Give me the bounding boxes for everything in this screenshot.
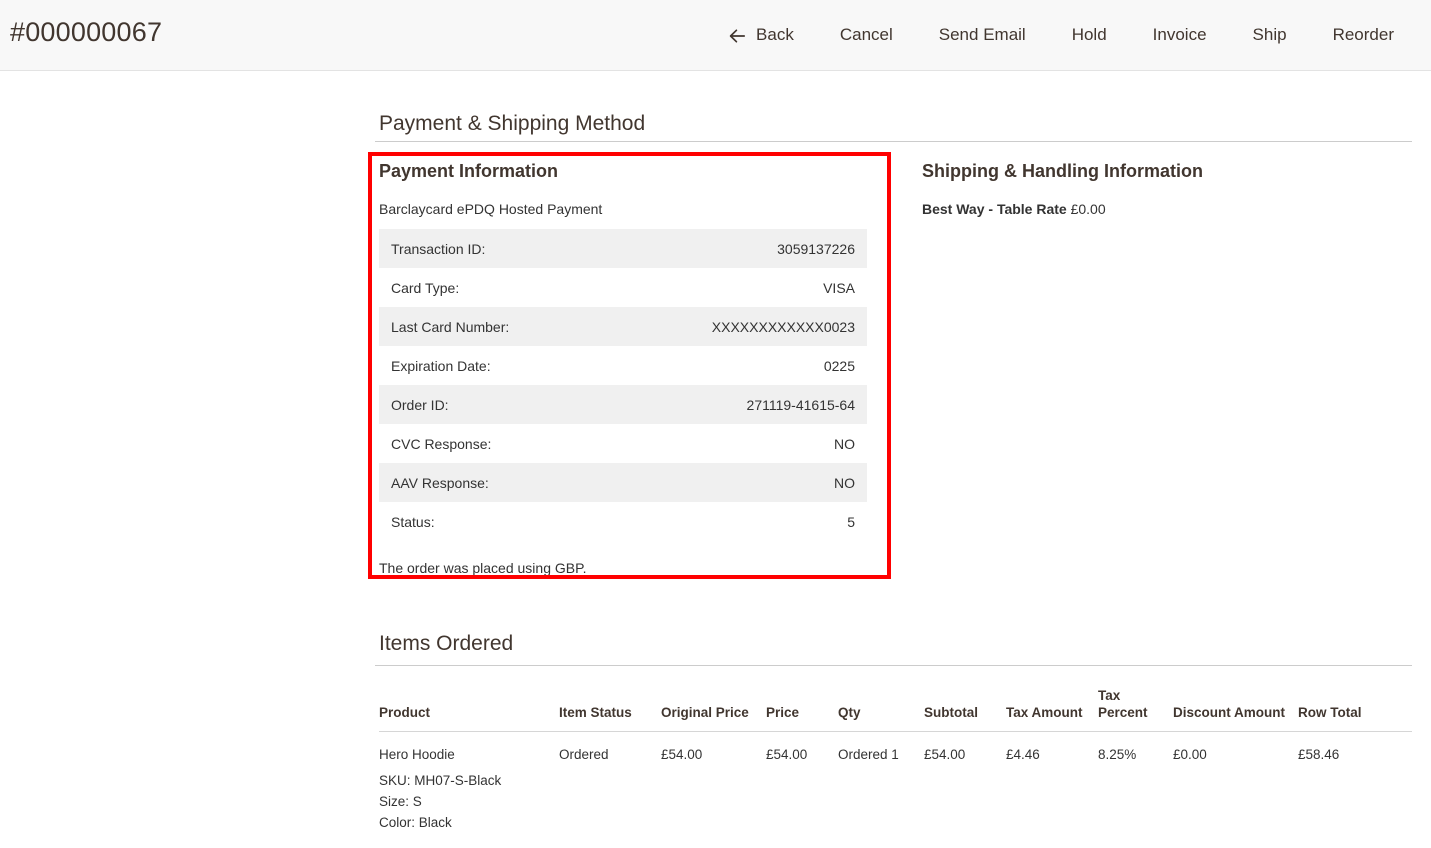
payment-row-value: 5 bbox=[847, 513, 855, 530]
cell-item-status: Ordered bbox=[559, 746, 609, 762]
items-ordered-table: Product Item Status Original Price Price… bbox=[379, 676, 1412, 841]
hold-button[interactable]: Hold bbox=[1049, 0, 1130, 70]
items-ordered-section-title: Items Ordered bbox=[379, 632, 514, 655]
shipping-handling-heading: Shipping & Handling Information bbox=[922, 161, 1203, 181]
table-row: Expiration Date: 0225 bbox=[379, 346, 867, 385]
payment-row-value: 271119-41615-64 bbox=[746, 396, 855, 413]
arrow-left-icon bbox=[727, 26, 747, 46]
product-option-color: Color: Black bbox=[379, 814, 452, 830]
shipping-method-line: Best Way - Table Rate £0.00 bbox=[922, 200, 1402, 218]
payment-row-label: Card Type: bbox=[391, 279, 460, 296]
payment-row-value: NO bbox=[834, 474, 855, 491]
product-sku: SKU: MH07-S-Black bbox=[379, 772, 502, 788]
table-row: Card Type: VISA bbox=[379, 268, 867, 307]
cell-tax-percent: 8.25% bbox=[1098, 746, 1137, 762]
ship-button[interactable]: Ship bbox=[1230, 0, 1310, 70]
table-row: Order ID: 271119-41615-64 bbox=[379, 385, 867, 424]
send-email-button[interactable]: Send Email bbox=[916, 0, 1049, 70]
payment-row-value: 3059137226 bbox=[777, 240, 855, 257]
cell-product: Hero Hoodie SKU: MH07-S-Black Size: S Co… bbox=[379, 731, 559, 841]
column-header-qty[interactable]: Qty bbox=[838, 676, 924, 732]
items-ordered-divider bbox=[375, 665, 1412, 666]
page-header: #000000067 Back Cancel Send Email Hold I… bbox=[0, 0, 1431, 71]
payment-row-value: XXXXXXXXXXXX0023 bbox=[711, 318, 855, 335]
cell-discount-amount: £0.00 bbox=[1173, 746, 1207, 762]
column-header-original-price[interactable]: Original Price bbox=[661, 676, 766, 732]
table-row: Status: 5 bbox=[379, 502, 867, 541]
cell-row-total: £58.46 bbox=[1298, 746, 1340, 762]
reorder-button[interactable]: Reorder bbox=[1310, 0, 1417, 70]
payment-row-label: Expiration Date: bbox=[391, 357, 491, 374]
invoice-button[interactable]: Invoice bbox=[1130, 0, 1230, 70]
column-header-product[interactable]: Product bbox=[379, 676, 559, 732]
payment-row-value: 0225 bbox=[823, 357, 855, 374]
page-title: #000000067 bbox=[10, 17, 163, 47]
payment-row-value: VISA bbox=[823, 279, 855, 296]
column-header-row-total[interactable]: Row Total bbox=[1298, 676, 1412, 732]
payment-method-label: Barclaycard ePDQ Hosted Payment bbox=[379, 201, 603, 217]
table-row: Hero Hoodie SKU: MH07-S-Black Size: S Co… bbox=[379, 731, 1412, 841]
payment-information-heading: Payment Information bbox=[379, 161, 559, 181]
cell-original-price: £54.00 bbox=[661, 746, 703, 762]
shipping-price: £0.00 bbox=[1070, 201, 1106, 217]
column-header-tax-amount[interactable]: Tax Amount bbox=[1006, 676, 1098, 732]
items-table-header-row: Product Item Status Original Price Price… bbox=[379, 676, 1412, 732]
items-ordered-table-wrapper: Product Item Status Original Price Price… bbox=[379, 676, 1412, 841]
column-header-subtotal[interactable]: Subtotal bbox=[924, 676, 1006, 732]
table-row: AAV Response: NO bbox=[379, 463, 867, 502]
column-header-tax-percent[interactable]: Tax Percent bbox=[1098, 676, 1173, 732]
order-currency-note: The order was placed using GBP. bbox=[379, 560, 587, 576]
column-header-discount-amount[interactable]: Discount Amount bbox=[1173, 676, 1298, 732]
product-name: Hero Hoodie bbox=[379, 746, 455, 762]
payment-row-label: Transaction ID: bbox=[391, 240, 486, 257]
cell-tax-amount: £4.46 bbox=[1006, 746, 1040, 762]
payment-information-block: Payment Information Barclaycard ePDQ Hos… bbox=[379, 160, 867, 577]
back-button[interactable]: Back bbox=[704, 0, 817, 70]
shipping-handling-block: Shipping & Handling Information Best Way… bbox=[922, 160, 1402, 218]
column-header-item-status[interactable]: Item Status bbox=[559, 676, 661, 732]
back-button-label: Back bbox=[756, 25, 794, 44]
cancel-button[interactable]: Cancel bbox=[817, 0, 916, 70]
column-header-price[interactable]: Price bbox=[766, 676, 838, 732]
payment-shipping-divider bbox=[375, 141, 1412, 142]
payment-row-value: NO bbox=[834, 435, 855, 452]
table-row: CVC Response: NO bbox=[379, 424, 867, 463]
header-action-bar: Back Cancel Send Email Hold Invoice Ship… bbox=[704, 0, 1417, 70]
payment-row-label: AAV Response: bbox=[391, 474, 489, 491]
cell-qty: Ordered 1 bbox=[838, 746, 899, 762]
cell-subtotal: £54.00 bbox=[924, 746, 966, 762]
payment-shipping-section-title: Payment & Shipping Method bbox=[379, 112, 646, 135]
product-option-size: Size: S bbox=[379, 793, 422, 809]
payment-row-label: Status: bbox=[391, 513, 435, 530]
payment-row-label: CVC Response: bbox=[391, 435, 492, 452]
payment-details-table: Transaction ID: 3059137226 Card Type: VI… bbox=[379, 229, 867, 541]
table-row: Last Card Number: XXXXXXXXXXXX0023 bbox=[379, 307, 867, 346]
table-row: Transaction ID: 3059137226 bbox=[379, 229, 867, 268]
payment-row-label: Last Card Number: bbox=[391, 318, 510, 335]
shipping-method-name: Best Way - Table Rate bbox=[922, 201, 1067, 217]
cell-price: £54.00 bbox=[766, 746, 808, 762]
payment-row-label: Order ID: bbox=[391, 396, 449, 413]
